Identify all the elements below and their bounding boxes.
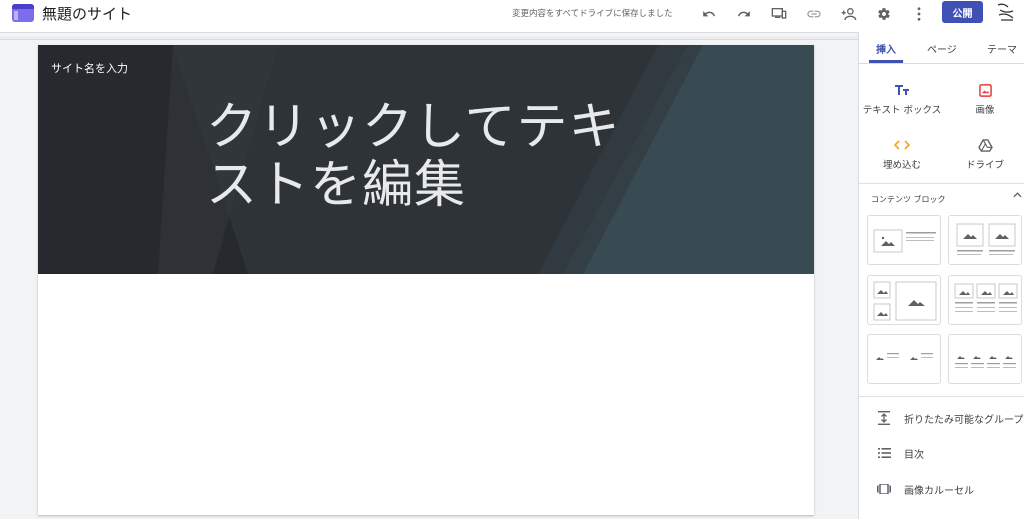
- insert-drive-label: ドライブ: [965, 160, 1004, 171]
- table-of-contents-label: 目次: [904, 449, 924, 461]
- content-block-image-caption-pairs[interactable]: [867, 334, 941, 384]
- top-bar: 無題のサイト 変更内容をすべてドライブに保存しました 公開: [0, 0, 1024, 32]
- publish-button[interactable]: 公開: [942, 1, 983, 23]
- content-block-gallery-large[interactable]: [867, 275, 941, 325]
- undo-icon[interactable]: [698, 3, 720, 25]
- insert-table-of-contents-button[interactable]: 目次: [877, 444, 924, 462]
- page-title[interactable]: クリックしてテキストを編集: [206, 99, 636, 215]
- save-status: 変更内容をすべてドライブに保存しました: [512, 9, 673, 19]
- image-carousel-label: 画像カルーセル: [904, 485, 974, 497]
- tab-pages[interactable]: ページ: [927, 41, 957, 56]
- more-vert-icon[interactable]: [908, 3, 930, 25]
- tab-themes[interactable]: テーマ: [987, 41, 1017, 56]
- insert-image-label: 画像: [975, 105, 995, 116]
- panel-tabs: 挿入 ページ テーマ: [859, 32, 1024, 64]
- site-name-input[interactable]: サイト名を入力: [51, 60, 128, 76]
- text-box-icon: [862, 81, 942, 99]
- preview-devices-icon[interactable]: [768, 3, 790, 25]
- image-icon: [945, 81, 1024, 99]
- ruler-line: [0, 39, 858, 40]
- active-tab-indicator: [869, 60, 903, 63]
- divider: [859, 396, 1024, 397]
- content-blocks-heading: コンテンツ ブロック: [871, 195, 946, 204]
- table-of-contents-icon: [877, 448, 891, 458]
- drive-icon: [945, 136, 1024, 154]
- link-icon[interactable]: [803, 3, 825, 25]
- avatar[interactable]: [995, 1, 1017, 23]
- content-block-four-columns[interactable]: [948, 334, 1022, 384]
- chevron-up-icon[interactable]: [1013, 190, 1022, 201]
- insert-panel: 挿入 ページ テーマ テキスト ボックス 画像 埋め込む ドライブ コンテンツ …: [858, 32, 1024, 519]
- divider: [859, 183, 1024, 184]
- add-person-icon[interactable]: [838, 3, 860, 25]
- insert-image-button[interactable]: 画像: [945, 81, 1024, 116]
- insert-drive-button[interactable]: ドライブ: [945, 136, 1024, 171]
- tab-insert[interactable]: 挿入: [876, 41, 896, 56]
- toolbar-divider: [0, 32, 858, 33]
- collapsible-group-label: 折りたたみ可能なグループ: [904, 414, 1024, 426]
- header-banner[interactable]: サイト名を入力 クリックしてテキストを編集: [38, 45, 814, 274]
- content-block-two-images[interactable]: [948, 215, 1022, 265]
- insert-text-box-label: テキスト ボックス: [862, 105, 942, 116]
- insert-image-carousel-button[interactable]: 画像カルーセル: [877, 480, 974, 498]
- redo-icon[interactable]: [733, 3, 755, 25]
- insert-embed-label: 埋め込む: [882, 160, 921, 171]
- sites-logo-icon[interactable]: [12, 4, 34, 22]
- insert-embed-button[interactable]: 埋め込む: [862, 136, 942, 171]
- collapsible-group-icon: [877, 411, 891, 425]
- embed-icon: [862, 136, 942, 154]
- image-carousel-icon: [877, 484, 891, 494]
- gear-icon[interactable]: [873, 3, 895, 25]
- ruler-line: [0, 37, 858, 38]
- content-block-image-text[interactable]: [867, 215, 941, 265]
- content-block-three-columns[interactable]: [948, 275, 1022, 325]
- insert-text-box-button[interactable]: テキスト ボックス: [862, 81, 942, 116]
- site-title[interactable]: 無題のサイト: [42, 3, 132, 24]
- insert-collapsible-group-button[interactable]: 折りたたみ可能なグループ: [877, 409, 1023, 427]
- site-page: サイト名を入力 クリックしてテキストを編集: [38, 45, 814, 515]
